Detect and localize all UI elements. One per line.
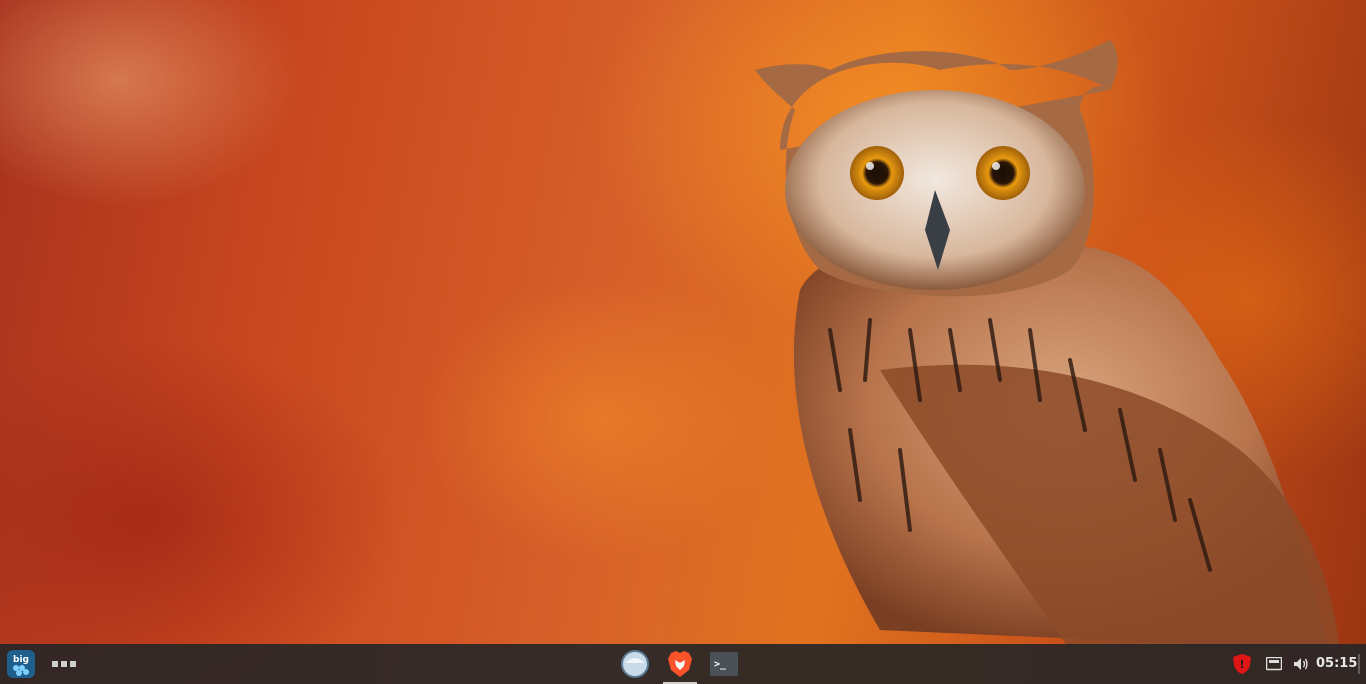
taskbar-app-brave[interactable] — [661, 644, 699, 684]
dots-icon — [52, 661, 76, 667]
volume-icon — [1294, 658, 1308, 670]
taskbar-app-files[interactable] — [616, 644, 654, 684]
taskbar: big >_ ! 05:15 — [0, 644, 1366, 684]
svg-text:>_: >_ — [714, 659, 727, 670]
display-icon — [1266, 657, 1282, 671]
biglinux-logo-icon: big — [7, 650, 35, 678]
security-tray-button[interactable]: ! — [1230, 644, 1254, 684]
display-tray-button[interactable] — [1264, 644, 1284, 684]
taskbar-app-terminal[interactable]: >_ — [705, 644, 743, 684]
overflow-button[interactable] — [48, 644, 80, 684]
start-menu-button[interactable]: big — [4, 644, 38, 684]
owl-image — [755, 40, 1340, 650]
clock[interactable]: 05:15 — [1316, 644, 1358, 684]
show-desktop-edge[interactable] — [1358, 654, 1360, 674]
terminal-icon: >_ — [710, 652, 738, 676]
brave-browser-icon — [668, 651, 692, 677]
desktop: big >_ ! 05:15 — [0, 0, 1366, 684]
svg-text:big: big — [13, 655, 29, 665]
security-shield-icon: ! — [1233, 654, 1251, 674]
volume-tray-button[interactable] — [1291, 644, 1311, 684]
svg-text:!: ! — [1239, 658, 1244, 671]
wallpaper — [0, 0, 1366, 684]
file-manager-icon — [621, 650, 649, 678]
